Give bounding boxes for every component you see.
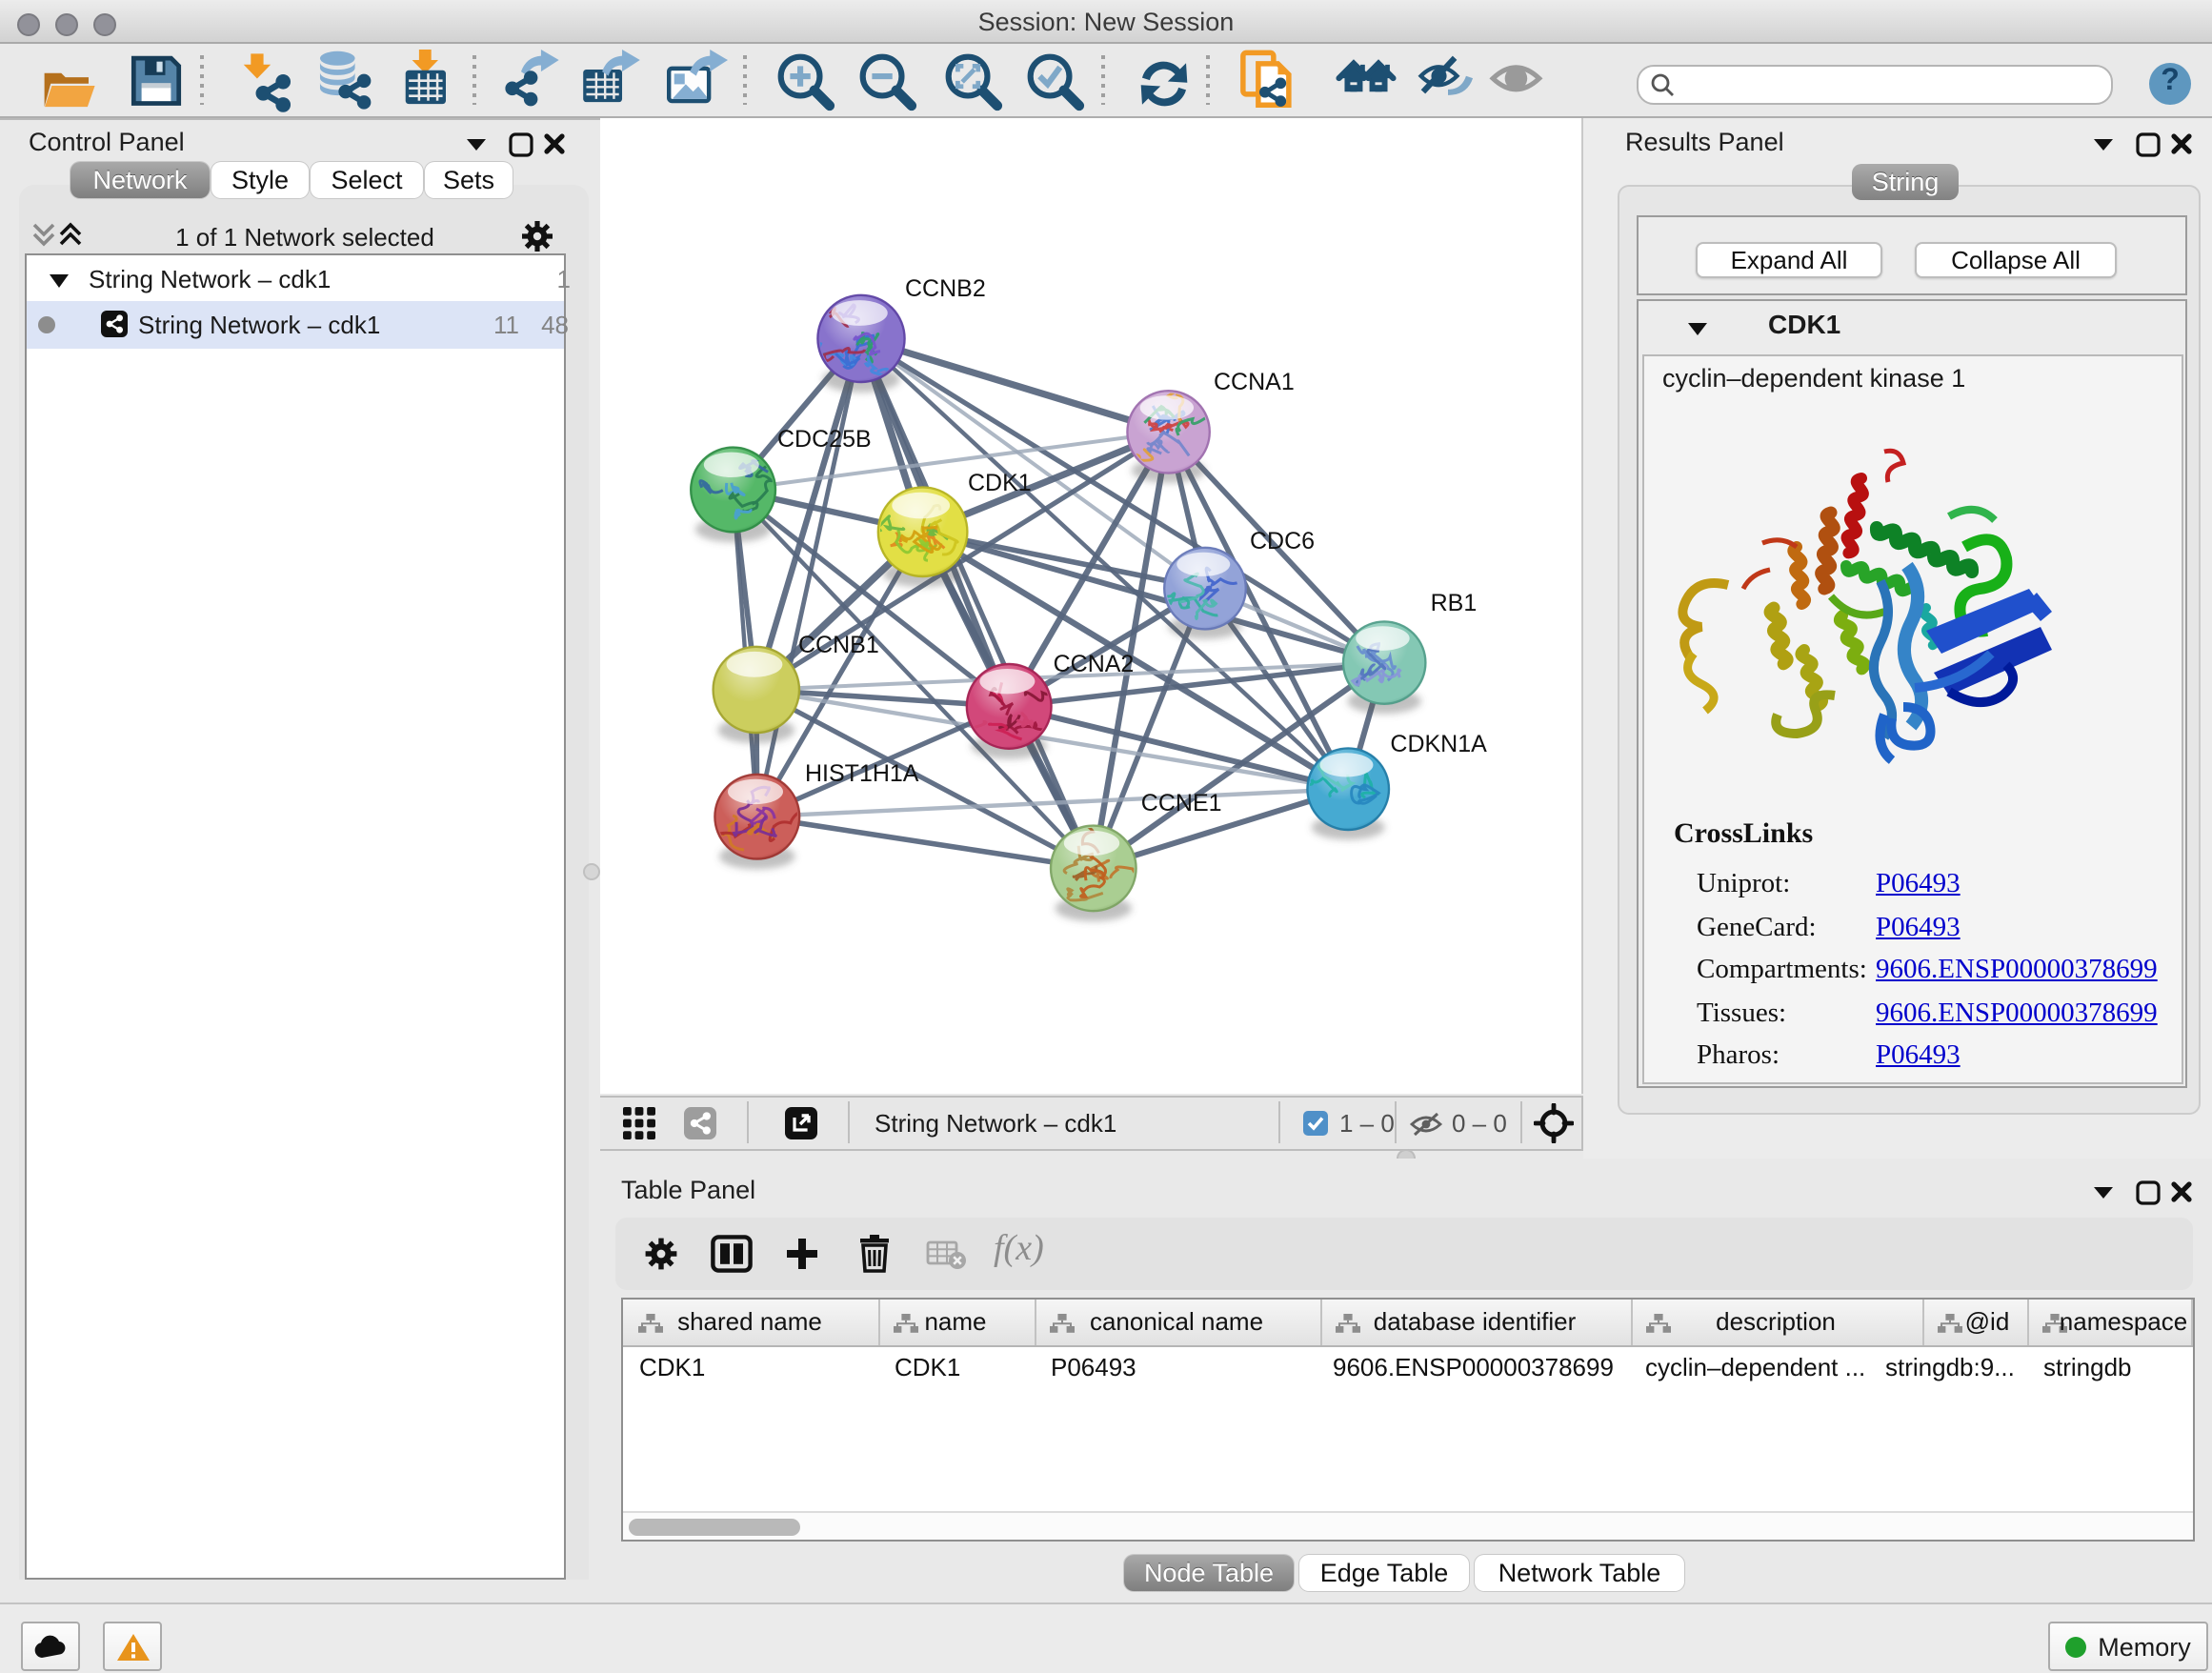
svg-text:CDK1: CDK1 [968, 470, 1032, 496]
svg-text:CCNA1: CCNA1 [1214, 369, 1295, 395]
svg-text:HIST1H1A: HIST1H1A [805, 760, 919, 787]
svg-text:CDC6: CDC6 [1250, 528, 1315, 554]
svg-text:RB1: RB1 [1431, 590, 1478, 616]
svg-text:CCNE1: CCNE1 [1141, 790, 1222, 816]
svg-text:CCNA2: CCNA2 [1054, 651, 1135, 677]
svg-text:CDKN1A: CDKN1A [1390, 731, 1487, 757]
svg-text:CCNB1: CCNB1 [798, 632, 879, 658]
svg-text:CCNB2: CCNB2 [905, 275, 986, 302]
svg-text:CDC25B: CDC25B [777, 426, 872, 453]
